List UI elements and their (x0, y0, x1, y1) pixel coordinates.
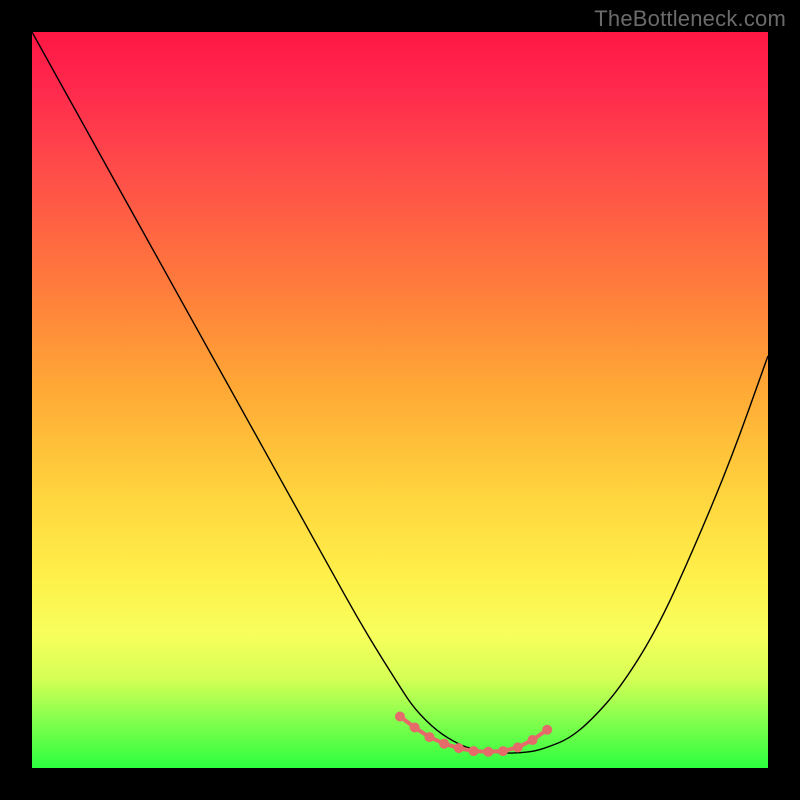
highlight-dot (454, 743, 464, 753)
watermark-text: TheBottleneck.com (594, 6, 786, 32)
highlight-dot (395, 711, 405, 721)
highlight-dot (424, 732, 434, 742)
highlight-dot (469, 746, 479, 756)
plot-area (32, 32, 768, 768)
highlight-dot (527, 735, 537, 745)
highlight-dot (542, 725, 552, 735)
chart-frame: TheBottleneck.com (0, 0, 800, 800)
highlight-dot (483, 747, 493, 757)
bottleneck-curve (32, 32, 768, 753)
highlight-dot (513, 742, 523, 752)
chart-svg (32, 32, 768, 768)
highlight-dot (439, 739, 449, 749)
highlight-dots (395, 711, 552, 756)
highlight-dot (410, 723, 420, 733)
highlight-dot (498, 746, 508, 756)
